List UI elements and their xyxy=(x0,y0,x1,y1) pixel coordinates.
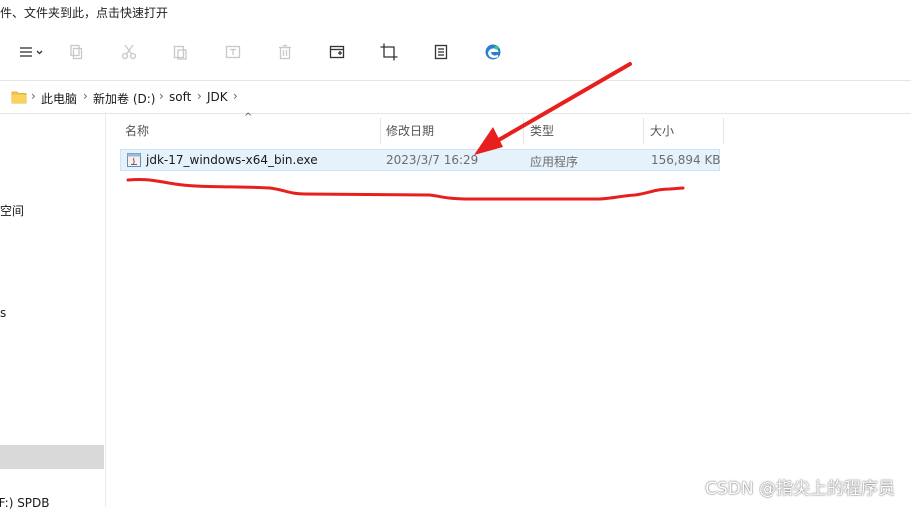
watermark: CSDN @指尖上的程序员 xyxy=(705,479,895,499)
annotation-underline xyxy=(126,178,685,201)
annotation-arrow-head xyxy=(474,127,503,155)
annotation-arrow-shaft xyxy=(488,62,632,147)
annotation-overlay xyxy=(126,62,685,201)
